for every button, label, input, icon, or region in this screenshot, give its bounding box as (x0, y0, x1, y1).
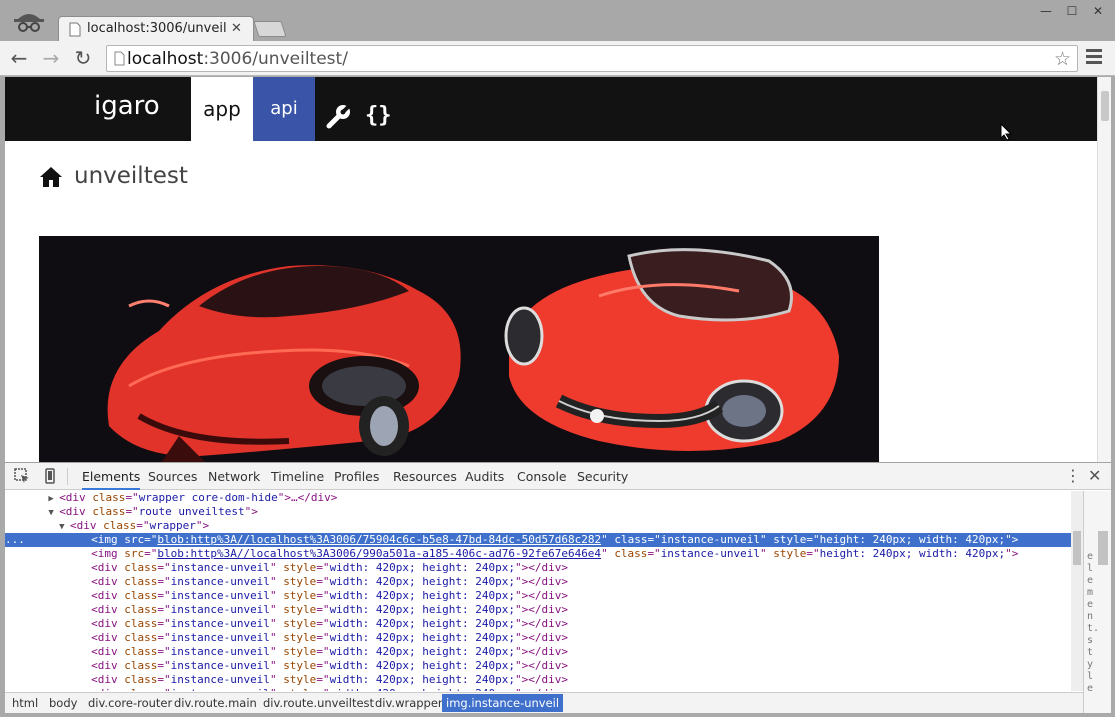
styles-pane-label: element.style (1087, 551, 1100, 694)
inspect-element-icon[interactable] (13, 467, 31, 485)
page-info-icon (114, 51, 125, 66)
tab-sources[interactable]: Sources (148, 469, 197, 484)
incognito-icon (14, 14, 44, 32)
tab-network[interactable]: Network (208, 469, 260, 484)
mouse-cursor-icon (1000, 123, 1012, 141)
crumb-body[interactable]: body (46, 696, 80, 710)
crumb-img-instance-unveil[interactable]: img.instance-unveil (442, 694, 564, 712)
tab-title: localhost:3006/unveiltest (87, 21, 227, 36)
page-viewport: igaro app api {} unveiltest (5, 77, 1097, 462)
dom-tree: ▶ <div class="wrapper core-dom-hide">…</… (5, 491, 1083, 691)
browser-tab[interactable]: localhost:3006/unveiltest ✕ (58, 16, 254, 42)
devtools-close-icon[interactable]: ✕ (1088, 466, 1101, 485)
tab-resources[interactable]: Resources (393, 469, 457, 484)
tab-console[interactable]: Console (517, 469, 567, 484)
address-bar[interactable]: localhost:3006/unveiltest/ ☆ (106, 45, 1078, 72)
devtools-panel: Elements Sources Network Timeline Profil… (5, 462, 1111, 713)
home-icon[interactable] (39, 166, 63, 188)
back-arrow-icon[interactable]: ← (8, 47, 30, 69)
devtools-tab-bar: Elements Sources Network Timeline Profil… (5, 463, 1111, 490)
tab-strip: localhost:3006/unveiltest ✕ — ☐ ✕ (0, 0, 1115, 42)
dom-node[interactable]: <div class="instance-unveil" style="widt… (5, 603, 1083, 617)
site-header: igaro app api {} (5, 77, 1097, 141)
crumb-core-router[interactable]: div.core-router (85, 696, 175, 710)
dom-node[interactable]: <div class="instance-unveil" style="widt… (5, 589, 1083, 603)
browser-menu-icon[interactable] (1086, 49, 1102, 67)
page-title: unveiltest (74, 163, 188, 189)
dom-node[interactable]: <div class="instance-unveil" style="widt… (5, 575, 1083, 589)
styles-pane[interactable]: element.style (1083, 491, 1111, 713)
dom-node[interactable]: <div class="instance-unveil" style="widt… (5, 645, 1083, 659)
page-scrollbar-thumb[interactable] (1101, 91, 1109, 121)
dom-node[interactable]: <div class="instance-unveil" style="widt… (5, 659, 1083, 673)
styles-scrollbar-thumb[interactable] (1098, 531, 1108, 565)
dom-node[interactable]: <img src="blob:http%3A//localhost%3A3006… (5, 547, 1083, 561)
site-logo[interactable]: igaro (94, 91, 160, 121)
window-close-button[interactable]: ✕ (1088, 3, 1108, 19)
toolbar-divider (67, 468, 68, 485)
nav-tab-app[interactable]: app (191, 77, 253, 141)
nav-tab-api[interactable]: api (253, 77, 315, 141)
more-options-icon[interactable]: ⋮ (1065, 466, 1081, 485)
tab-elements[interactable]: Elements (82, 469, 141, 490)
crumb-wrapper[interactable]: div.wrapper (372, 696, 446, 710)
wrench-icon[interactable] (325, 102, 353, 130)
dom-node[interactable]: ▼ <div class="route unveiltest"> (5, 505, 1083, 519)
tab-security[interactable]: Security (577, 469, 628, 484)
tab-timeline[interactable]: Timeline (271, 469, 324, 484)
new-tab-button[interactable] (253, 21, 287, 37)
browser-toolbar: ← → ↻ localhost:3006/unveiltest/ ☆ (0, 41, 1115, 76)
bookmark-star-icon[interactable]: ☆ (1054, 48, 1071, 70)
braces-icon[interactable]: {} (365, 103, 392, 128)
crumb-route-main[interactable]: div.route.main (171, 696, 260, 710)
forward-arrow-icon[interactable]: → (40, 47, 62, 69)
dom-node[interactable]: ▶ <div class="wrapper core-dom-hide">…</… (5, 491, 1083, 505)
dom-node[interactable]: <div class="instance-unveil" style="widt… (5, 687, 1083, 691)
tab-close-icon[interactable]: ✕ (231, 21, 242, 36)
dom-node[interactable]: <div class="instance-unveil" style="widt… (5, 617, 1083, 631)
dom-scrollbar-thumb[interactable] (1073, 531, 1081, 565)
dom-breadcrumb-bar: html body div.core-router div.route.main… (5, 692, 1083, 713)
dom-node[interactable]: <div class="instance-unveil" style="widt… (5, 673, 1083, 687)
tab-audits[interactable]: Audits (465, 469, 504, 484)
url-text: localhost:3006/unveiltest/ (127, 49, 348, 69)
minimize-button[interactable]: — (1036, 3, 1056, 19)
dom-node-selected[interactable]: ... <img src="blob:http%3A//localhost%3A… (5, 533, 1083, 547)
dom-node[interactable]: <div class="instance-unveil" style="widt… (5, 631, 1083, 645)
dom-scrollbar[interactable] (1071, 491, 1083, 691)
page-icon (69, 22, 81, 37)
dom-node[interactable]: ▼ <div class="wrapper"> (5, 519, 1083, 533)
dom-node[interactable]: <div class="instance-unveil" style="widt… (5, 561, 1083, 575)
reload-icon[interactable]: ↻ (72, 47, 94, 69)
page-scrollbar[interactable] (1097, 77, 1111, 462)
tab-profiles[interactable]: Profiles (334, 469, 379, 484)
crumb-html[interactable]: html (9, 696, 41, 710)
crumb-route-unveiltest[interactable]: div.route.unveiltest (260, 696, 377, 710)
unveiled-car-images (39, 236, 879, 462)
device-mode-icon[interactable] (41, 467, 59, 485)
maximize-button[interactable]: ☐ (1062, 3, 1082, 19)
browser-window: localhost:3006/unveiltest ✕ — ☐ ✕ ← → ↻ … (0, 0, 1115, 717)
